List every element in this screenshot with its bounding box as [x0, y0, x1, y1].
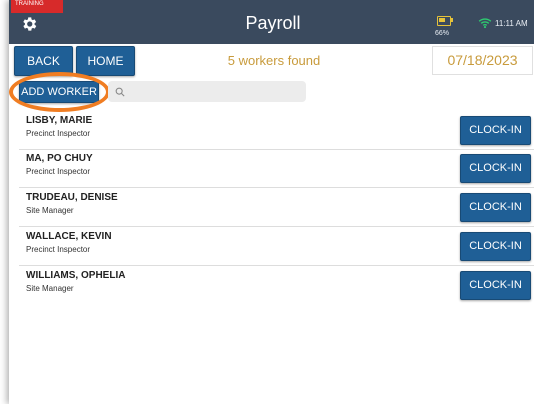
clock-time: 11:11 AM	[495, 19, 528, 28]
search-input[interactable]	[130, 81, 304, 104]
search-icon	[115, 87, 125, 97]
workers-found-count: 5 workers found	[227, 53, 321, 68]
clock-in-button[interactable]: CLOCK-IN	[460, 232, 531, 261]
date-field[interactable]: 07/18/2023	[432, 46, 533, 75]
worker-role: Site Manager	[26, 284, 74, 293]
clock-in-button[interactable]: CLOCK-IN	[460, 193, 531, 222]
clock-in-button[interactable]: CLOCK-IN	[460, 116, 531, 145]
row-divider	[19, 265, 534, 266]
wifi-icon	[478, 18, 492, 29]
worker-role: Precinct Inspector	[26, 167, 91, 176]
worker-row: MA, PO CHUY Precinct Inspector CLOCK-IN	[9, 150, 534, 188]
clock-in-button[interactable]: CLOCK-IN	[460, 271, 531, 300]
worker-role: Precinct Inspector	[26, 129, 91, 138]
row-divider	[19, 226, 534, 227]
training-badge: TRAINING	[11, 0, 63, 13]
clock-in-button[interactable]: CLOCK-IN	[460, 154, 531, 183]
worker-role: Site Manager	[26, 206, 74, 215]
worker-role: Precinct Inspector	[26, 245, 91, 254]
worker-name: MA, PO CHUY	[26, 153, 93, 164]
page-title: Payroll	[245, 13, 301, 33]
worker-row: WALLACE, KEVIN Precinct Inspector CLOCK-…	[9, 228, 534, 266]
app-window: TRAINING Payroll 66% 11:11 AM BACK HOME …	[9, 0, 534, 404]
battery-tip	[451, 18, 453, 22]
add-worker-button[interactable]: ADD WORKER	[19, 81, 99, 103]
worker-row: LISBY, MARIE Precinct Inspector CLOCK-IN	[9, 112, 534, 150]
back-button[interactable]: BACK	[14, 46, 73, 76]
top-bar: TRAINING Payroll 66% 11:11 AM	[9, 0, 534, 44]
row-divider	[19, 187, 534, 188]
search-bar[interactable]	[108, 81, 306, 104]
worker-name: LISBY, MARIE	[26, 115, 93, 126]
battery-icon	[437, 16, 451, 26]
worker-name: WALLACE, KEVIN	[26, 231, 112, 242]
worker-row: TRUDEAU, DENISE Site Manager CLOCK-IN	[9, 189, 534, 227]
worker-name: WILLIAMS, OPHELIA	[26, 270, 126, 281]
worker-row: WILLIAMS, OPHELIA Site Manager CLOCK-IN	[9, 267, 534, 305]
home-button[interactable]: HOME	[76, 46, 135, 76]
worker-name: TRUDEAU, DENISE	[26, 192, 118, 203]
battery-percent: 66%	[435, 30, 450, 37]
